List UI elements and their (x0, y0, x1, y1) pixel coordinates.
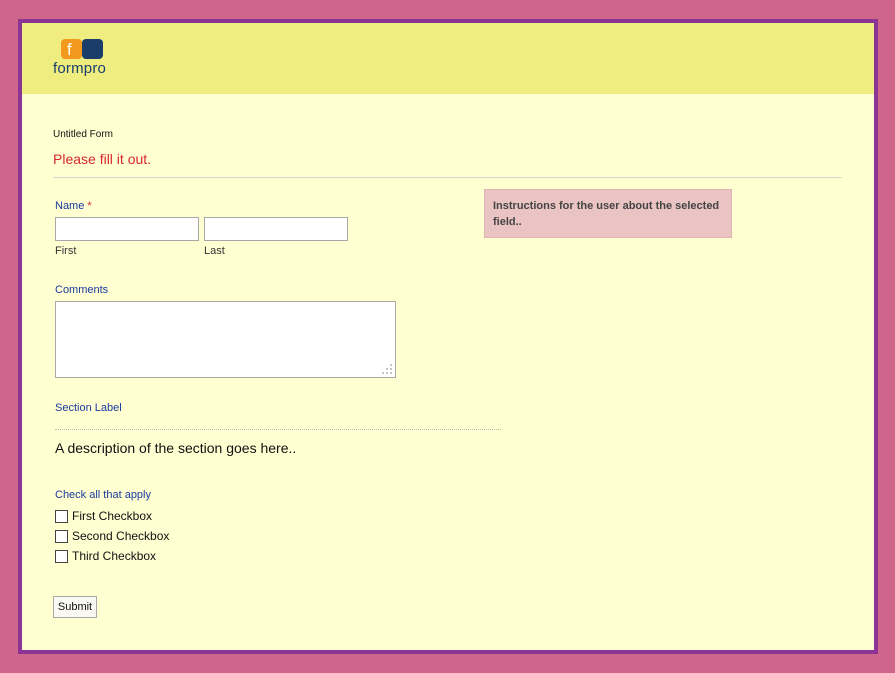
form-description: Please fill it out. (53, 151, 152, 167)
checkbox-row[interactable]: First Checkbox (55, 508, 152, 524)
checkbox-label[interactable]: Second Checkbox (72, 529, 169, 543)
checkbox-third[interactable] (55, 549, 68, 563)
header-bar: f formpro (22, 23, 874, 94)
section-label: Section Label (55, 402, 122, 414)
first-sublabel: First (55, 245, 77, 257)
logo-letter: f (67, 40, 72, 59)
first-name-input[interactable] (55, 217, 199, 241)
resize-grip-icon[interactable] (381, 363, 393, 375)
checkbox-label[interactable]: First Checkbox (72, 509, 152, 523)
last-name-input[interactable] (204, 217, 348, 241)
submit-button[interactable]: Submit (53, 596, 97, 618)
logo-mark-icon: f (61, 39, 103, 59)
formpro-logo[interactable]: f formpro (53, 39, 123, 83)
form-frame: f formpro Untitled Form Please fill it o… (18, 19, 878, 654)
instructions-box: Instructions for the user about the sele… (484, 189, 732, 238)
checkbox-first[interactable] (55, 509, 68, 523)
comments-label: Comments (55, 284, 109, 296)
checkbox-second[interactable] (55, 529, 68, 543)
checkbox-group-label: Check all that apply (55, 489, 151, 501)
checkbox-row[interactable]: Third Checkbox (55, 548, 156, 564)
form-title: Untitled Form (53, 129, 114, 140)
comments-textarea[interactable] (55, 301, 396, 378)
section-description: A description of the section goes here.. (55, 440, 297, 456)
section-divider (55, 429, 501, 430)
required-marker: * (87, 200, 92, 212)
logo-text: formpro (53, 60, 107, 77)
header-divider (53, 177, 842, 178)
checkbox-label[interactable]: Third Checkbox (72, 549, 156, 563)
last-sublabel: Last (204, 245, 225, 257)
name-label-text: Name (55, 200, 85, 212)
name-label: Name * (55, 200, 92, 212)
checkbox-row[interactable]: Second Checkbox (55, 528, 169, 544)
